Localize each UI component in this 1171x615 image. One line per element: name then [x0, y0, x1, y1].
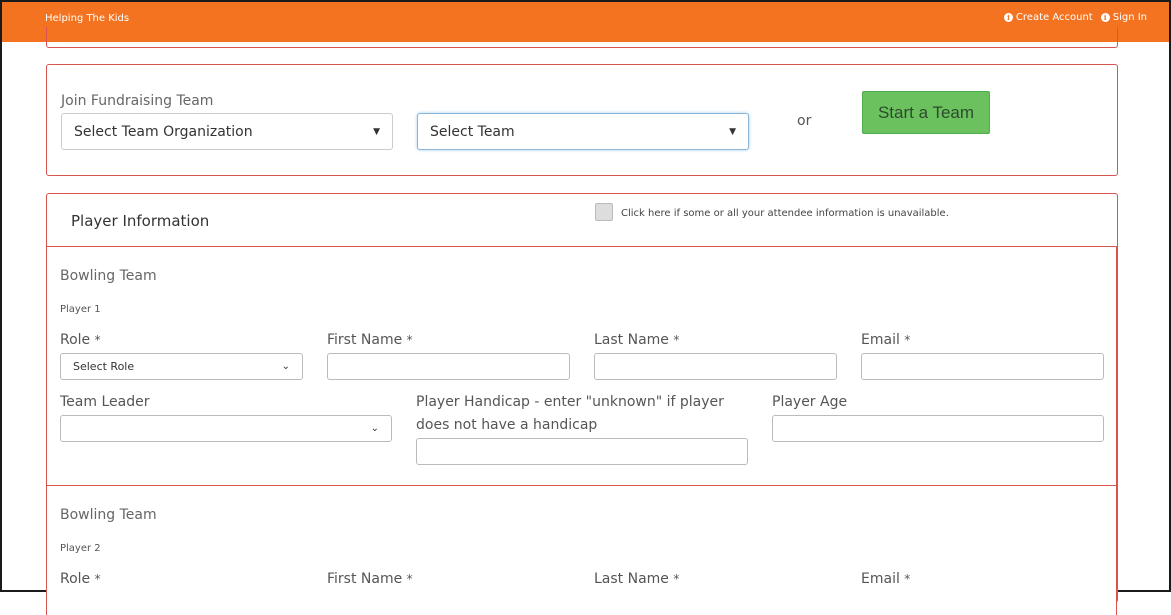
player-information-title: Player Information	[71, 212, 210, 230]
role-select[interactable]: Select Role ⌄	[60, 353, 303, 380]
sign-in-label: Sign In	[1112, 12, 1147, 23]
last-name-label: Last Name *	[594, 571, 680, 587]
create-account-link[interactable]: i Create Account	[1003, 12, 1093, 23]
player-card: Bowling Team Player 1 Role * Select Role…	[46, 246, 1117, 486]
role-label: Role *	[60, 332, 101, 348]
caret-down-icon: ▼	[729, 126, 736, 137]
join-team-label: Join Fundraising Team	[61, 93, 214, 109]
first-name-label: First Name *	[327, 571, 413, 587]
handicap-label: Player Handicap - enter "unknown" if pla…	[416, 394, 724, 433]
sign-in-link[interactable]: i Sign In	[1100, 12, 1147, 23]
player-information-section: Player Information Click here if some or…	[46, 193, 1118, 615]
last-name-label: Last Name *	[594, 332, 680, 348]
team-value: Select Team	[430, 123, 515, 140]
player-age-input[interactable]	[772, 415, 1104, 442]
player-number: Player 1	[60, 304, 101, 315]
info-unavailable-label: Click here if some or all your attendee …	[621, 208, 949, 219]
player-card: Bowling Team Player 2 Role * First Name …	[46, 485, 1117, 615]
chevron-down-icon: ⌄	[370, 423, 379, 434]
player-number: Player 2	[60, 543, 101, 554]
join-team-section: Join Fundraising Team Select Team Organi…	[46, 64, 1118, 176]
team-select[interactable]: Select Team ▼	[417, 113, 749, 150]
handicap-input[interactable]	[416, 438, 748, 465]
team-name: Bowling Team	[60, 268, 157, 284]
role-label: Role *	[60, 571, 101, 587]
info-icon: i	[1100, 13, 1110, 22]
role-select-value: Select Role	[73, 360, 135, 373]
last-name-input[interactable]	[594, 353, 837, 380]
brand-link[interactable]: Helping The Kids	[45, 13, 129, 24]
team-organization-select[interactable]: Select Team Organization ▼	[61, 113, 393, 150]
first-name-label: First Name *	[327, 332, 413, 348]
chevron-down-icon: ⌄	[281, 361, 290, 372]
previous-section-box	[46, 27, 1118, 48]
caret-down-icon: ▼	[373, 126, 380, 137]
create-account-label: Create Account	[1015, 12, 1093, 23]
nav-right: i Create Account i Sign In	[1003, 12, 1147, 23]
team-organization-value: Select Team Organization	[74, 123, 253, 140]
email-input[interactable]	[861, 353, 1104, 380]
info-unavailable-checkbox[interactable]	[595, 203, 613, 221]
team-leader-select[interactable]: ⌄	[60, 415, 392, 442]
info-icon: i	[1003, 13, 1013, 22]
first-name-input[interactable]	[327, 353, 570, 380]
email-label: Email *	[861, 571, 911, 587]
team-name: Bowling Team	[60, 507, 157, 523]
player-age-label: Player Age	[772, 394, 848, 410]
team-leader-label: Team Leader	[60, 394, 150, 410]
or-text: or	[797, 113, 812, 129]
email-label: Email *	[861, 332, 911, 348]
start-team-button[interactable]: Start a Team	[862, 91, 990, 134]
